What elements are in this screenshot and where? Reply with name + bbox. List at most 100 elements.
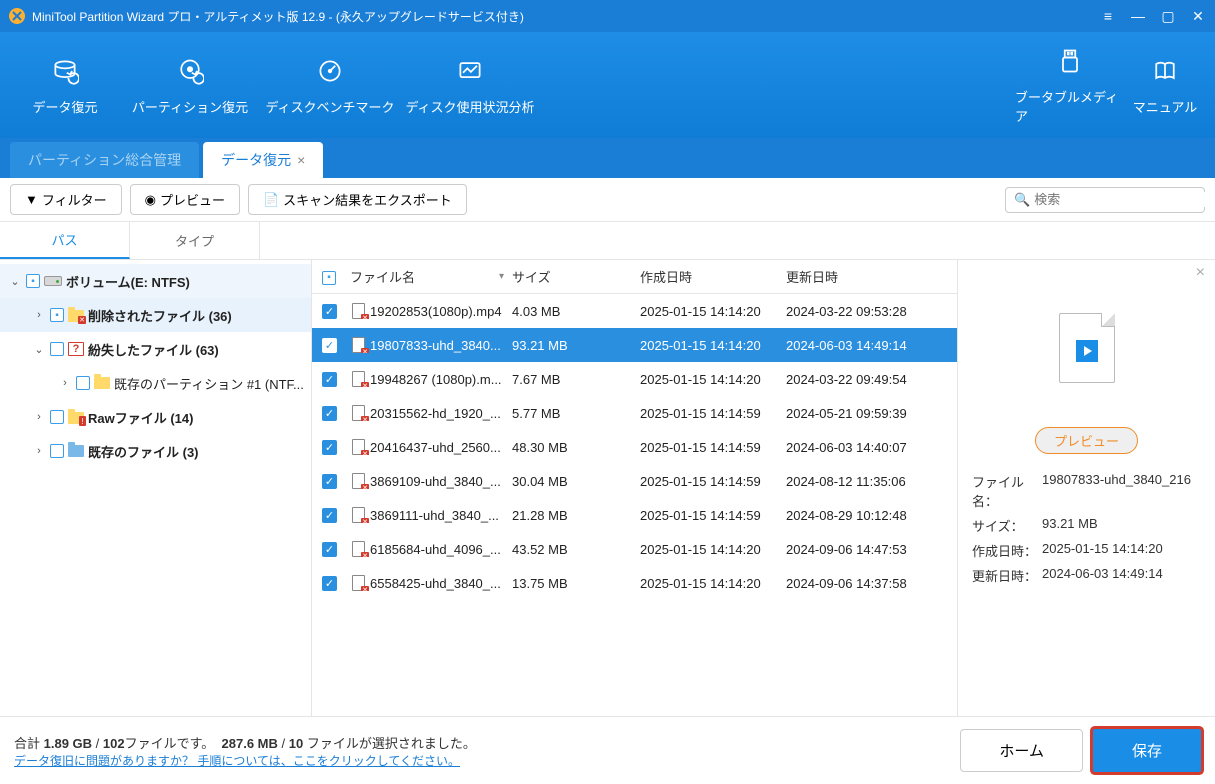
preview-button[interactable]: ◉プレビュー	[130, 184, 240, 215]
row-checkbox[interactable]: ✓	[322, 576, 337, 591]
file-row[interactable]: ✓✕20315562-hd_1920_...5.77 MB2025-01-15 …	[312, 396, 957, 430]
preview-thumbnail-zone: プレビュー	[972, 268, 1201, 458]
file-created: 2025-01-15 14:14:20	[640, 372, 786, 387]
file-row[interactable]: ✓✕19202853(1080p).mp44.03 MB2025-01-15 1…	[312, 294, 957, 328]
total-files: 102	[103, 736, 125, 751]
checkbox[interactable]: ▪	[50, 308, 64, 322]
row-checkbox[interactable]: ✓	[322, 372, 337, 387]
checkbox[interactable]	[50, 410, 64, 424]
row-checkbox[interactable]: ✓	[322, 406, 337, 421]
row-checkbox[interactable]: ✓	[322, 304, 337, 319]
tab-close-icon[interactable]: ×	[297, 152, 305, 168]
help-link[interactable]: データ復旧に問題がありますか？ 手順については、ここをクリックしてください。	[14, 754, 460, 768]
summary-text: ファイルが選択されました。	[303, 736, 476, 751]
caret-right-icon[interactable]: ›	[32, 309, 46, 321]
search-box[interactable]: 🔍	[1005, 187, 1205, 213]
ribbon-manual[interactable]: マニュアル	[1125, 32, 1205, 138]
file-size: 21.28 MB	[512, 508, 640, 523]
caret-right-icon[interactable]: ›	[32, 445, 46, 457]
minimize-icon[interactable]: —	[1129, 7, 1147, 25]
row-checkbox[interactable]: ✓	[322, 338, 337, 353]
file-row[interactable]: ✓✕20416437-uhd_2560...48.30 MB2025-01-15…	[312, 430, 957, 464]
file-modified: 2024-03-22 09:53:28	[786, 304, 926, 319]
file-created: 2025-01-15 14:14:20	[640, 576, 786, 591]
usb-icon	[1054, 45, 1086, 77]
file-modified: 2024-09-06 14:37:58	[786, 576, 926, 591]
video-file-icon	[1059, 313, 1115, 383]
save-button[interactable]: 保存	[1093, 729, 1201, 772]
file-row[interactable]: ✓✕19807833-uhd_3840...93.21 MB2025-01-15…	[312, 328, 957, 362]
meta-filename: 19807833-uhd_3840_216	[1042, 472, 1201, 510]
tree-label: 削除されたファイル (36)	[88, 306, 232, 325]
header-checkbox[interactable]: ▪	[322, 271, 336, 285]
checkbox[interactable]	[76, 376, 90, 390]
ribbon-disk-benchmark[interactable]: ディスクベンチマーク	[260, 32, 400, 138]
subtab-path[interactable]: パス	[0, 222, 130, 259]
caret-right-icon[interactable]: ›	[32, 411, 46, 423]
tab-data-recovery[interactable]: データ復元 ×	[203, 142, 323, 178]
col-filename[interactable]: ファイル名▾	[350, 267, 512, 286]
file-row[interactable]: ✓✕19948267 (1080p).m...7.67 MB2025-01-15…	[312, 362, 957, 396]
tree-deleted-files[interactable]: › ▪ ✕ 削除されたファイル (36)	[0, 298, 311, 332]
summary-text: /	[92, 736, 103, 751]
close-icon[interactable]: ✕	[1189, 7, 1207, 25]
subtab-type[interactable]: タイプ	[130, 222, 260, 259]
col-size[interactable]: サイズ	[512, 267, 640, 286]
tree-existing-partition[interactable]: › 既存のパーティション #1 (NTF...	[0, 366, 311, 400]
search-input[interactable]	[1034, 192, 1210, 207]
ribbon-label: データ復元	[32, 97, 97, 116]
checkbox[interactable]: ▪	[26, 274, 40, 288]
tab-partition-manage[interactable]: パーティション総合管理	[10, 142, 199, 178]
ribbon-partition-recovery[interactable]: パーティション復元	[120, 32, 260, 138]
home-button[interactable]: ホーム	[960, 729, 1083, 772]
footer-bar: 合計 1.89 GB / 102ファイルです。 287.6 MB / 10 ファ…	[0, 716, 1215, 784]
file-row[interactable]: ✓✕3869111-uhd_3840_...21.28 MB2025-01-15…	[312, 498, 957, 532]
checkbox[interactable]	[50, 342, 64, 356]
tree-volume[interactable]: ⌄ ▪ ボリューム(E: NTFS)	[0, 264, 311, 298]
close-preview-icon[interactable]: ×	[1196, 264, 1205, 282]
preview-play-button[interactable]: プレビュー	[1035, 427, 1138, 454]
file-icon: ✕	[350, 303, 366, 319]
manual-icon	[1149, 55, 1181, 87]
file-size: 93.21 MB	[512, 338, 640, 353]
export-button[interactable]: 📄スキャン結果をエクスポート	[248, 184, 467, 215]
menu-icon[interactable]: ≡	[1099, 7, 1117, 25]
ribbon-disk-usage[interactable]: ディスク使用状況分析	[400, 32, 540, 138]
summary-text: 合計	[14, 736, 44, 751]
row-checkbox[interactable]: ✓	[322, 440, 337, 455]
caret-down-icon[interactable]: ⌄	[8, 275, 22, 288]
file-size: 48.30 MB	[512, 440, 640, 455]
ribbon-bootable-media[interactable]: ブータブルメディア	[1015, 32, 1125, 138]
sub-tabs: パス タイプ	[0, 222, 1215, 260]
row-checkbox[interactable]: ✓	[322, 474, 337, 489]
maximize-icon[interactable]: ▢	[1159, 7, 1177, 25]
file-modified: 2024-03-22 09:49:54	[786, 372, 926, 387]
usage-analyzer-icon	[454, 55, 486, 87]
file-list-body[interactable]: ✓✕19202853(1080p).mp44.03 MB2025-01-15 1…	[312, 294, 957, 716]
button-label: 保存	[1132, 743, 1162, 760]
file-icon: ✕	[350, 575, 366, 591]
tree-raw-files[interactable]: › ! Rawファイル (14)	[0, 400, 311, 434]
tab-label: データ復元	[221, 152, 291, 168]
checkbox[interactable]	[50, 444, 64, 458]
file-size: 4.03 MB	[512, 304, 640, 319]
selected-count: 10	[289, 736, 303, 751]
deleted-folder-icon: ✕	[68, 308, 84, 322]
filter-button[interactable]: ▼フィルター	[10, 184, 122, 215]
col-modified[interactable]: 更新日時	[786, 267, 926, 286]
search-icon: 🔍	[1014, 192, 1030, 208]
caret-right-icon[interactable]: ›	[58, 377, 72, 389]
caret-down-icon[interactable]: ⌄	[32, 343, 46, 356]
col-created[interactable]: 作成日時	[640, 267, 786, 286]
row-checkbox[interactable]: ✓	[322, 508, 337, 523]
file-row[interactable]: ✓✕6185684-uhd_4096_...43.52 MB2025-01-15…	[312, 532, 957, 566]
tree-existing-files[interactable]: › 既存のファイル (3)	[0, 434, 311, 468]
row-checkbox[interactable]: ✓	[322, 542, 337, 557]
tree-lost-files[interactable]: ⌄ ? 紛失したファイル (63)	[0, 332, 311, 366]
file-row[interactable]: ✓✕3869109-uhd_3840_...30.04 MB2025-01-15…	[312, 464, 957, 498]
file-row[interactable]: ✓✕6558425-uhd_3840_...13.75 MB2025-01-15…	[312, 566, 957, 600]
lost-folder-icon: ?	[68, 342, 84, 356]
ribbon-toolbar: データ復元 パーティション復元 ディスクベンチマーク ディスク使用状況分析 ブー…	[0, 32, 1215, 138]
file-modified: 2024-08-29 10:12:48	[786, 508, 926, 523]
ribbon-data-recovery[interactable]: データ復元	[10, 32, 120, 138]
